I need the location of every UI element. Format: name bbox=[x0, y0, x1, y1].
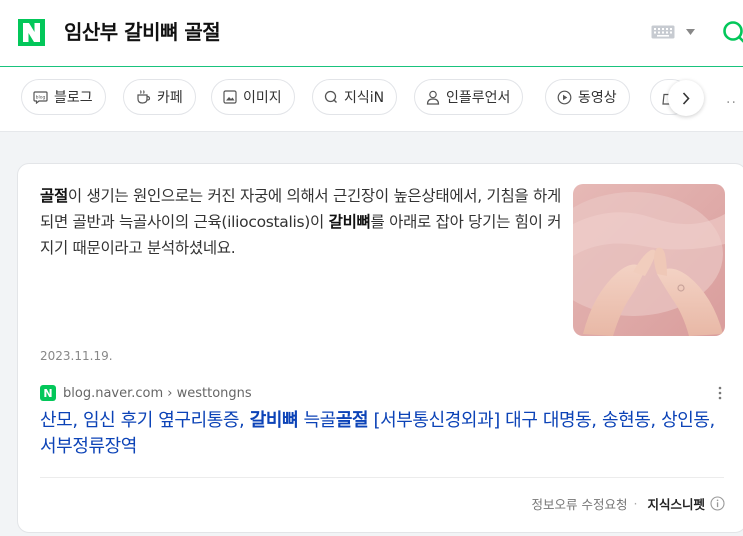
post-date: 2023.11.19. bbox=[40, 349, 113, 363]
tab-kin[interactable]: 지식iN bbox=[312, 79, 398, 115]
highlighted-keyword: 골절 bbox=[40, 187, 68, 205]
chevron-down-icon[interactable] bbox=[686, 29, 695, 35]
knowledge-snippet-card: 골절이 생기는 원인으로는 커진 자궁에 의해서 근긴장이 높은상태에서, 기침… bbox=[17, 163, 743, 533]
search-icon[interactable] bbox=[722, 20, 743, 46]
snippet-footer: 정보오류 수정요청 · 지식스니펫 bbox=[18, 494, 725, 513]
snippet-text: 골절이 생기는 원인으로는 커진 자궁에 의해서 근긴장이 높은상태에서, 기침… bbox=[40, 183, 568, 261]
image-icon bbox=[223, 90, 237, 104]
person-icon bbox=[426, 90, 440, 105]
tab-label: 동영상 bbox=[578, 90, 617, 106]
thumbnail-image[interactable] bbox=[573, 184, 725, 336]
highlighted-keyword: 골절 bbox=[335, 410, 369, 431]
tab-label: 이미지 bbox=[243, 90, 282, 106]
tab-label: 지식iN bbox=[344, 90, 385, 106]
tab-influencer[interactable]: 인플루언서 bbox=[414, 79, 524, 115]
more-options-icon[interactable] bbox=[718, 386, 722, 400]
vertical-tabs: blog 블로그 카페 이미지 지식iN 인플루언서 동영상 ·· bbox=[0, 67, 743, 132]
kin-icon bbox=[324, 90, 337, 103]
scroll-next-button[interactable] bbox=[668, 80, 704, 116]
text-segment: 늑골 bbox=[298, 410, 337, 431]
tab-label: 카페 bbox=[157, 90, 183, 106]
tab-cafe[interactable]: 카페 bbox=[123, 79, 196, 115]
keyboard-icon[interactable] bbox=[651, 25, 675, 39]
tab-image[interactable]: 이미지 bbox=[211, 79, 295, 115]
source-url[interactable]: N blog.naver.com › westtongns bbox=[40, 385, 252, 401]
tab-blog[interactable]: blog 블로그 bbox=[21, 79, 106, 115]
more-icon[interactable]: ·· bbox=[726, 95, 737, 111]
text-segment: 산모, 임신 후기 옆구리통증, bbox=[40, 410, 250, 431]
naver-logo[interactable] bbox=[18, 19, 45, 46]
play-icon bbox=[557, 90, 572, 104]
blog-icon: blog bbox=[33, 90, 48, 104]
chevron-right-icon bbox=[682, 91, 690, 105]
knowledge-snippet-label: 지식스니펫 bbox=[647, 497, 705, 512]
tab-label: 블로그 bbox=[54, 90, 93, 106]
naver-blog-favicon: N bbox=[40, 385, 56, 401]
footer-separator: · bbox=[633, 496, 638, 511]
tab-video[interactable]: 동영상 bbox=[545, 79, 630, 115]
tab-label: 인플루언서 bbox=[446, 90, 511, 106]
search-header: 임산부 갈비뼈 골절 bbox=[0, 0, 743, 67]
result-title-link[interactable]: 산모, 임신 후기 옆구리통증, 갈비뼈 늑골골절 [서부통신경외과] 대구 대… bbox=[40, 408, 730, 460]
search-query[interactable]: 임산부 갈비뼈 골절 bbox=[64, 17, 221, 47]
highlighted-keyword: 갈비뼈 bbox=[249, 410, 299, 431]
highlighted-keyword: 갈비뼈 bbox=[328, 213, 371, 231]
svg-text:blog: blog bbox=[36, 94, 46, 100]
info-icon[interactable] bbox=[710, 496, 725, 511]
cafe-cup-icon bbox=[137, 90, 151, 104]
divider bbox=[40, 477, 724, 478]
report-error-link[interactable]: 정보오류 수정요청 bbox=[532, 494, 628, 513]
source-text: blog.naver.com › westtongns bbox=[63, 385, 252, 401]
